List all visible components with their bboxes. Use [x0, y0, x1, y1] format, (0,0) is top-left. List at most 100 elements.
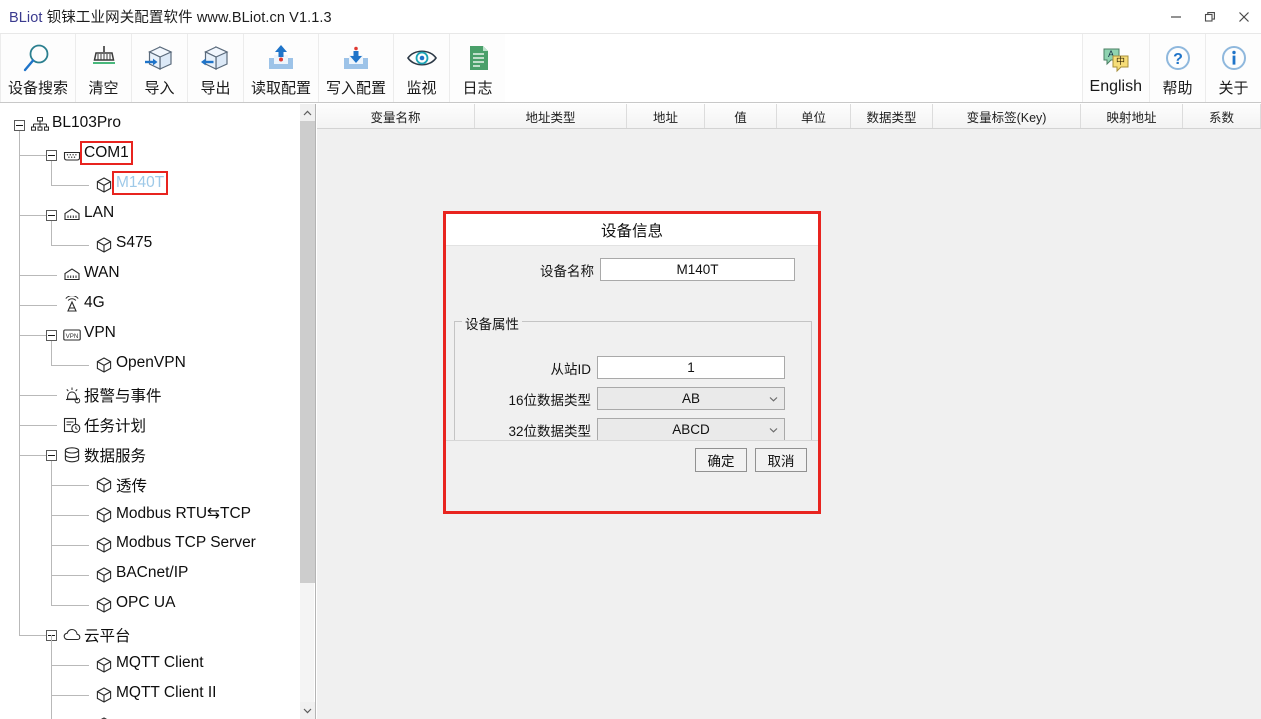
tree-item-modbus-tcp-server[interactable]: Modbus TCP Server — [0, 530, 300, 560]
info-icon — [1217, 40, 1251, 74]
tree-item-m140t[interactable]: M140T — [0, 170, 300, 200]
tree-expander-collapse-icon[interactable] — [46, 209, 57, 221]
tree-item-[interactable]: 报警与事件 — [0, 380, 300, 410]
table-column-header[interactable]: 系数 — [1183, 104, 1261, 128]
tree-item-label: 云平台 — [84, 628, 131, 645]
table-column-header[interactable]: 地址 — [627, 104, 705, 128]
tree-expander-collapse-icon[interactable] — [46, 449, 57, 461]
tree-scrollbar-thumb[interactable] — [300, 121, 315, 583]
window-title-brand: BLiot — [9, 10, 43, 26]
device-tree-panel: BL103Pro COM1 M140T LAN S475 WAN 4G VPN VPN OpenV… — [0, 104, 316, 719]
data-type-32-label: 32位数据类型 — [508, 423, 591, 439]
slave-id-label: 从站ID — [550, 361, 592, 377]
tree-item-modbus-rtu-tcp[interactable]: Modbus RTU⇆TCP — [0, 500, 300, 530]
device-properties-legend: 设备属性 — [462, 313, 522, 333]
tree-item-com1[interactable]: COM1 — [0, 140, 300, 170]
svg-text:VPN: VPN — [66, 333, 79, 340]
table-column-header-label: 地址 — [652, 110, 678, 125]
tree-item-mqtt-client[interactable]: MQTT Client — [0, 650, 300, 680]
table-column-header-label: 地址类型 — [525, 110, 576, 125]
data-type-16-row: 16位数据类型 AB — [455, 387, 811, 410]
broom-icon — [87, 40, 121, 74]
tree-item-[interactable]: 云平台 — [0, 620, 300, 650]
tree-expander-collapse-icon[interactable] — [14, 119, 25, 131]
close-button[interactable] — [1227, 0, 1261, 34]
toolbar-button-monitor[interactable]: 监视 — [393, 34, 450, 102]
scroll-up-icon[interactable] — [300, 104, 315, 121]
ok-button[interactable]: 确定 — [695, 447, 747, 472]
tree-item-label: OPC UA — [116, 594, 176, 611]
toolbar-button-about[interactable]: 关于 — [1205, 34, 1261, 102]
toolbar-button-import[interactable]: 导入 — [131, 34, 188, 102]
data-type-16-select[interactable]: AB — [597, 387, 785, 410]
cube-icon — [94, 235, 114, 255]
table-column-header-label: 数据类型 — [866, 110, 917, 125]
minimize-button[interactable] — [1159, 0, 1193, 34]
cancel-button[interactable]: 取消 — [755, 447, 807, 472]
tree-item-vpn[interactable]: VPN VPN — [0, 320, 300, 350]
tree-item-[interactable]: 任务计划 — [0, 410, 300, 440]
dialog-title: 设备信息 — [600, 222, 663, 240]
tree-item-label: 数据服务 — [84, 448, 147, 465]
tree-item-opc-ua[interactable]: OPC UA — [0, 590, 300, 620]
tree-item-partial[interactable] — [0, 710, 300, 719]
tree-expander-collapse-icon[interactable] — [46, 149, 57, 161]
eye-icon — [405, 40, 439, 74]
table-column-header[interactable]: 地址类型 — [475, 104, 627, 128]
table-column-header[interactable]: 值 — [705, 104, 777, 128]
tree-item-label: Modbus RTU⇆TCP — [116, 505, 252, 522]
tree-item-4g[interactable]: 4G — [0, 290, 300, 320]
toolbar-button-read-config[interactable]: 读取配置 — [243, 34, 319, 102]
toolbar-button-help[interactable]: ? 帮助 — [1149, 34, 1205, 102]
table-column-header[interactable]: 数据类型 — [851, 104, 933, 128]
tree-item-[interactable]: 透传 — [0, 470, 300, 500]
magnifier-icon — [21, 40, 55, 74]
cube-icon — [94, 595, 114, 615]
variable-table-header: 变量名称 地址类型 地址 值 单位 数据类型 变量标签(Key) 映射地址 系数 — [317, 104, 1261, 129]
data-type-32-row: 32位数据类型 ABCD — [455, 418, 811, 441]
scroll-down-icon[interactable] — [300, 702, 315, 719]
data-type-16-label: 16位数据类型 — [508, 392, 591, 408]
table-column-header[interactable]: 映射地址 — [1081, 104, 1183, 128]
table-column-header-label: 值 — [734, 110, 747, 125]
cube-icon — [94, 715, 114, 719]
toolbar-button-write-config[interactable]: 写入配置 — [318, 34, 394, 102]
toolbar-left-group: 设备搜索 清空 导入 导出 读取配置 写入配置 监视 日志 — [0, 34, 506, 102]
tree-item-label: S475 — [116, 234, 153, 251]
toolbar-button-clear[interactable]: 清空 — [75, 34, 132, 102]
device-name-label: 设备名称 — [540, 263, 594, 279]
toolbar-button-language[interactable]: A 中 English — [1081, 34, 1149, 102]
restore-button[interactable] — [1193, 0, 1227, 34]
tree-item-label: BACnet/IP — [116, 564, 189, 581]
tree-item-mqtt-client-ii[interactable]: MQTT Client II — [0, 680, 300, 710]
cube-icon — [94, 355, 114, 375]
tree-item-label: VPN — [84, 324, 116, 341]
table-column-header-label: 单位 — [800, 110, 826, 125]
data-type-32-select[interactable]: ABCD — [597, 418, 785, 441]
tree-expander-collapse-icon[interactable] — [46, 329, 57, 341]
tree-item-label: MQTT Client II — [116, 684, 217, 701]
toolbar-button-log[interactable]: 日志 — [449, 34, 506, 102]
table-column-header[interactable]: 变量名称 — [317, 104, 475, 128]
device-name-input[interactable]: M140T — [600, 258, 795, 281]
serial-icon — [62, 145, 82, 165]
table-column-header[interactable]: 变量标签(Key) — [933, 104, 1081, 128]
tree-item-openvpn[interactable]: OpenVPN — [0, 350, 300, 380]
window-title: BLiot 钡铼工业网关配置软件 www.BLiot.cn V1.1.3 — [9, 6, 332, 27]
tree-item-lan[interactable]: LAN — [0, 200, 300, 230]
tree-item-bacnet-ip[interactable]: BACnet/IP — [0, 560, 300, 590]
antenna-icon — [62, 295, 82, 315]
tree-item-label: 4G — [84, 294, 105, 311]
table-column-header[interactable]: 单位 — [777, 104, 851, 128]
tree-item-bl103pro[interactable]: BL103Pro — [0, 110, 300, 140]
data-type-32-value: ABCD — [672, 422, 710, 437]
tree-item-label: 任务计划 — [84, 418, 147, 435]
tree-item-wan[interactable]: WAN — [0, 260, 300, 290]
tree-item-label: MQTT Client — [116, 654, 204, 671]
tree-item-[interactable]: 数据服务 — [0, 440, 300, 470]
tree-item-s475[interactable]: S475 — [0, 230, 300, 260]
toolbar-button-export[interactable]: 导出 — [187, 34, 244, 102]
tree-scrollbar[interactable] — [299, 104, 315, 719]
toolbar-button-device-search[interactable]: 设备搜索 — [0, 34, 76, 102]
slave-id-input[interactable]: 1 — [597, 356, 785, 379]
